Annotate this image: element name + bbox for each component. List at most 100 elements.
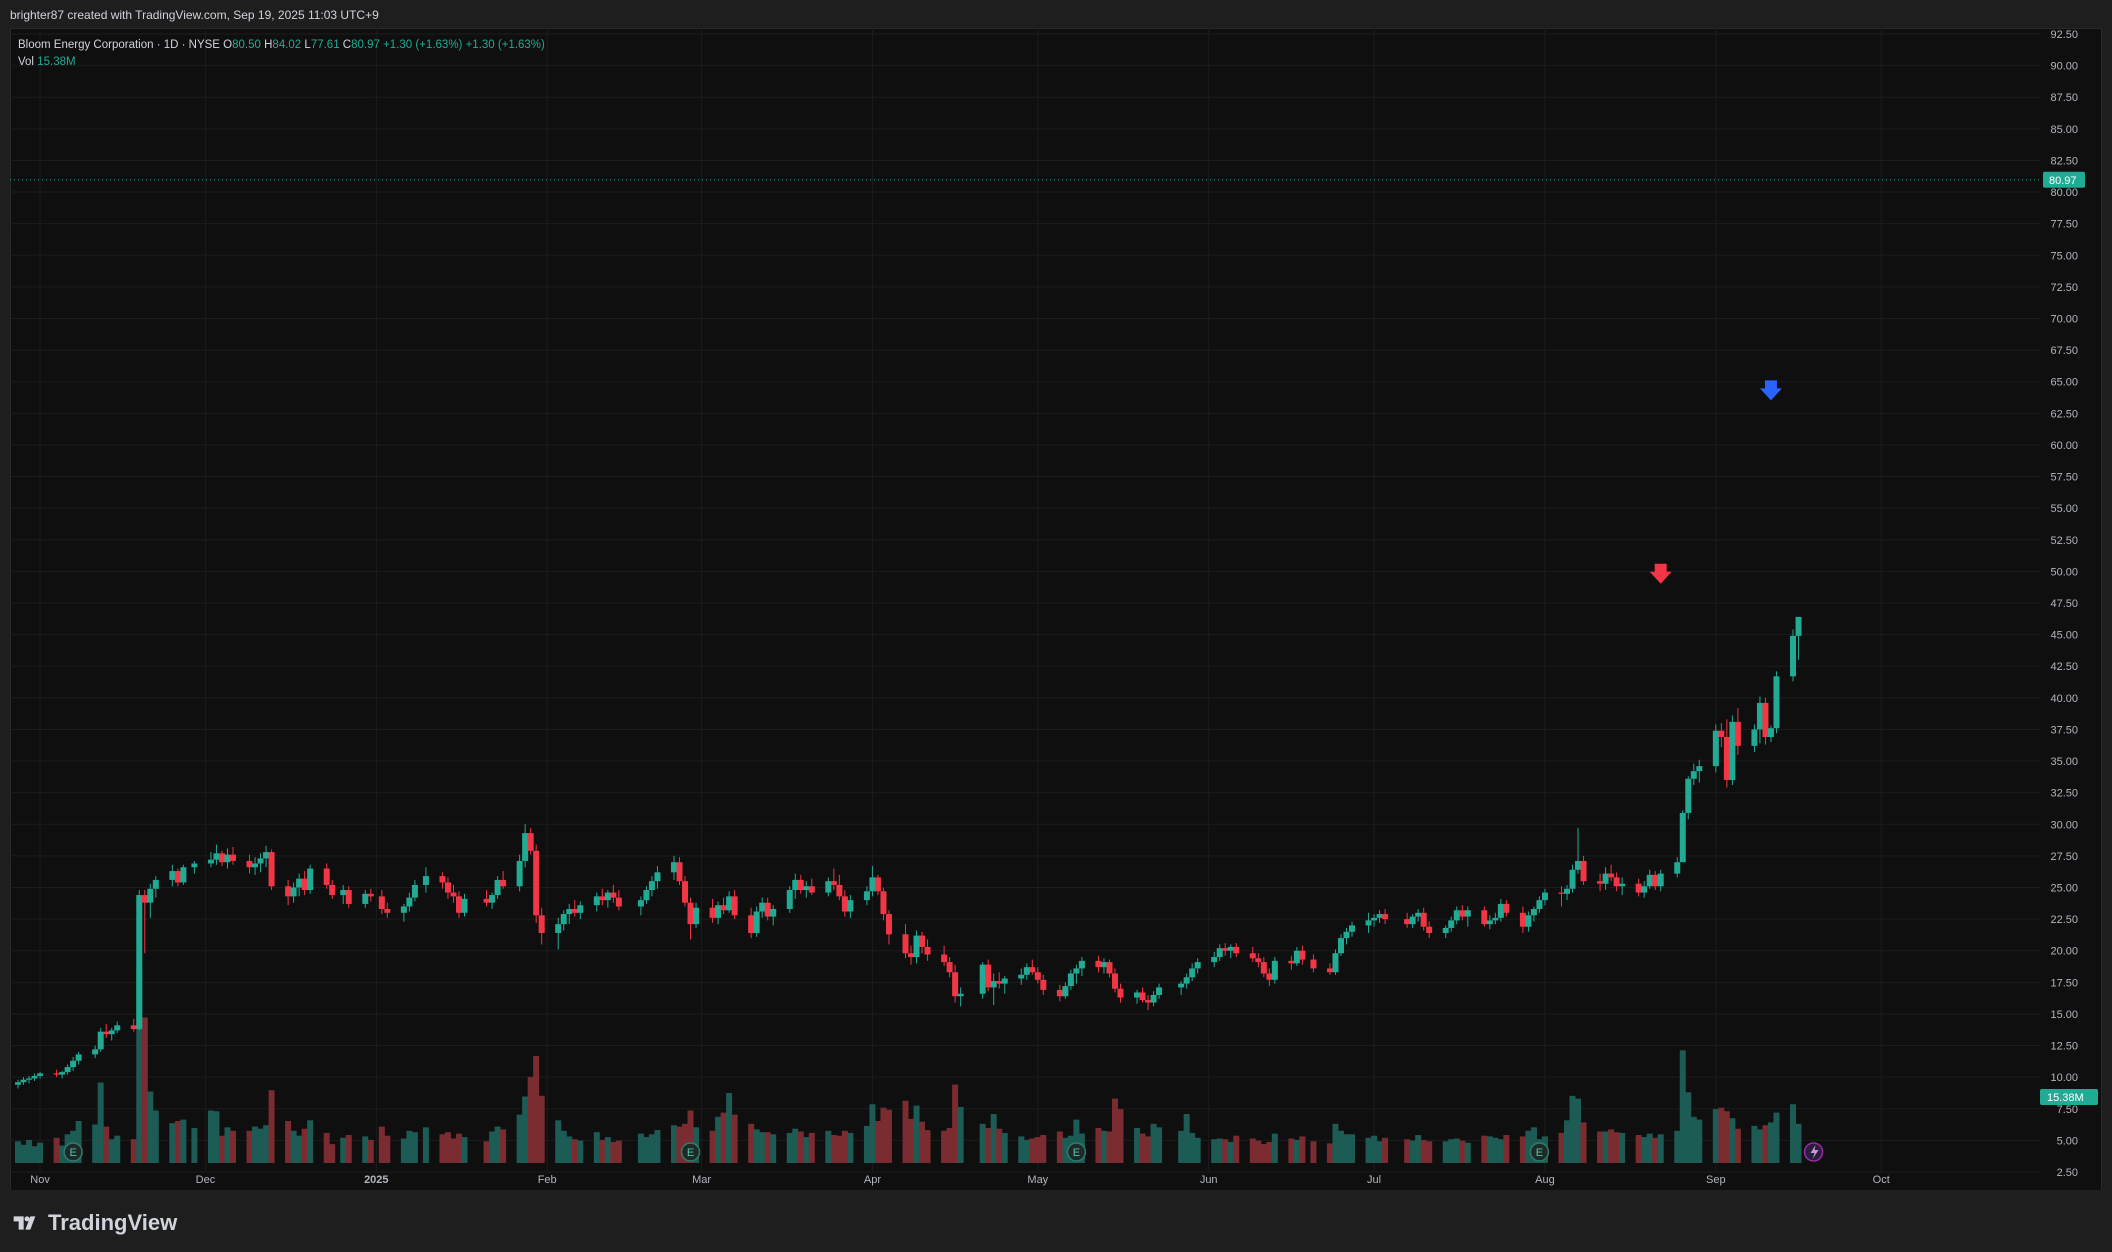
candle-body xyxy=(53,1073,60,1075)
candle-body xyxy=(1657,873,1664,887)
candle-body xyxy=(1117,988,1124,998)
volume-bar xyxy=(367,1139,374,1163)
candle-body xyxy=(1150,994,1157,1003)
volume-bar xyxy=(1382,1137,1389,1163)
price-tick-label: 62.50 xyxy=(2050,408,2078,420)
candle-body xyxy=(880,891,887,915)
volume-bar xyxy=(1580,1122,1587,1163)
candlestick-chart[interactable]: E E E E 92.50 90.00 87.50 85.00 82.50 80.00 77.50… xyxy=(0,0,2112,1252)
candle-body xyxy=(885,914,892,935)
candle-body xyxy=(913,935,920,958)
candle-body xyxy=(1062,986,1069,997)
volume-bar xyxy=(1409,1140,1416,1163)
candle-body xyxy=(384,908,391,913)
candle-body xyxy=(147,888,154,903)
last-price-badge: 80.97 xyxy=(2043,171,2085,188)
volume-bar xyxy=(1564,1120,1571,1163)
volume-bar xyxy=(1619,1132,1626,1163)
volume-bar xyxy=(406,1130,413,1163)
candle-body xyxy=(1078,960,1085,969)
volume-bar xyxy=(979,1123,986,1163)
candle-body xyxy=(1156,987,1163,995)
candle-body xyxy=(1106,962,1113,974)
candle-body xyxy=(37,1073,44,1076)
candle-body xyxy=(847,900,854,912)
volume-label: Vol xyxy=(18,56,34,68)
candle-body xyxy=(323,868,330,885)
candle-body xyxy=(15,1082,21,1085)
candle-body xyxy=(566,908,573,915)
candle-body xyxy=(1497,903,1504,918)
candle-body xyxy=(329,884,336,896)
candle-body xyxy=(92,1049,99,1055)
volume-bar xyxy=(676,1126,683,1163)
volume-bar xyxy=(1134,1128,1141,1163)
candle-body xyxy=(207,859,214,864)
candle-body xyxy=(1404,919,1411,925)
candle-body xyxy=(218,853,225,863)
volume-bar xyxy=(1183,1114,1190,1163)
candle-body xyxy=(1503,903,1510,913)
candle-body xyxy=(1734,721,1741,746)
candle-body xyxy=(450,892,457,897)
candle-body xyxy=(1641,886,1648,893)
candle-body xyxy=(1178,983,1185,988)
candle-body xyxy=(1018,974,1025,979)
candle-body xyxy=(1255,958,1262,963)
candle-body xyxy=(560,914,567,925)
brand-name: TradingView xyxy=(48,1210,178,1235)
symbol-title[interactable]: Bloom Energy Corporation · 1D · NYSE xyxy=(18,39,220,51)
price-axis[interactable]: 92.50 90.00 87.50 85.00 82.50 80.00 77.50 75.00… xyxy=(2050,29,2078,1179)
time-axis[interactable]: Nov Dec 2025 Feb Mar Apr May Jun Jul Aug Sep Oct xyxy=(30,1174,1890,1186)
volume-bar xyxy=(461,1137,468,1163)
volume-bar xyxy=(1117,1109,1124,1163)
candle-body xyxy=(1211,957,1218,963)
candle-body xyxy=(1371,917,1378,921)
volume-bar xyxy=(880,1107,887,1163)
candle-body xyxy=(1486,920,1493,925)
volume-bar xyxy=(345,1135,352,1163)
time-tick-label: Apr xyxy=(864,1174,881,1186)
candle-body xyxy=(1271,960,1278,980)
candle-body xyxy=(1448,920,1455,928)
volume-bar xyxy=(720,1112,727,1163)
sell-arrow-icon xyxy=(1649,563,1672,584)
volume-bar xyxy=(1178,1130,1185,1163)
candle-body xyxy=(1365,920,1372,926)
price-tick-label: 92.50 xyxy=(2050,29,2078,41)
candle-body xyxy=(1635,883,1642,893)
candle-body xyxy=(75,1054,82,1061)
candle-body xyxy=(1564,888,1571,894)
volume-bar xyxy=(874,1121,881,1163)
price-tick-label: 85.00 xyxy=(2050,124,2078,136)
volume-bar xyxy=(1095,1128,1102,1163)
volume-bar xyxy=(753,1129,760,1163)
volume-bar xyxy=(246,1130,253,1163)
candle-body xyxy=(400,906,407,913)
volume-bar xyxy=(1453,1138,1460,1163)
candle-body xyxy=(422,876,429,885)
volume-bar xyxy=(1558,1132,1565,1163)
volume-bar xyxy=(825,1130,832,1163)
candle-body xyxy=(1679,812,1686,863)
candle-body xyxy=(1145,1000,1152,1003)
volume-bars xyxy=(15,969,1802,1163)
volume-bar xyxy=(97,1082,104,1163)
candle-body xyxy=(1481,910,1488,925)
candle-body xyxy=(290,887,297,897)
candle-body xyxy=(301,878,308,891)
volume-bar xyxy=(1464,1142,1471,1163)
candle-body xyxy=(362,893,369,904)
price-tick-label: 37.50 xyxy=(2050,724,2078,736)
price-tick-label: 60.00 xyxy=(2050,440,2078,452)
candle-body xyxy=(979,964,986,994)
volume-bar xyxy=(1018,1136,1025,1163)
volume-bar xyxy=(1343,1134,1350,1163)
tradingview-brand[interactable]: TradingView xyxy=(12,1210,177,1236)
volume-bar xyxy=(522,1096,529,1163)
candle-body xyxy=(1767,728,1774,738)
candle-body xyxy=(64,1067,71,1073)
candle-body xyxy=(1646,874,1653,887)
volume-bar xyxy=(1696,1119,1703,1163)
price-tick-label: 52.50 xyxy=(2050,535,2078,547)
